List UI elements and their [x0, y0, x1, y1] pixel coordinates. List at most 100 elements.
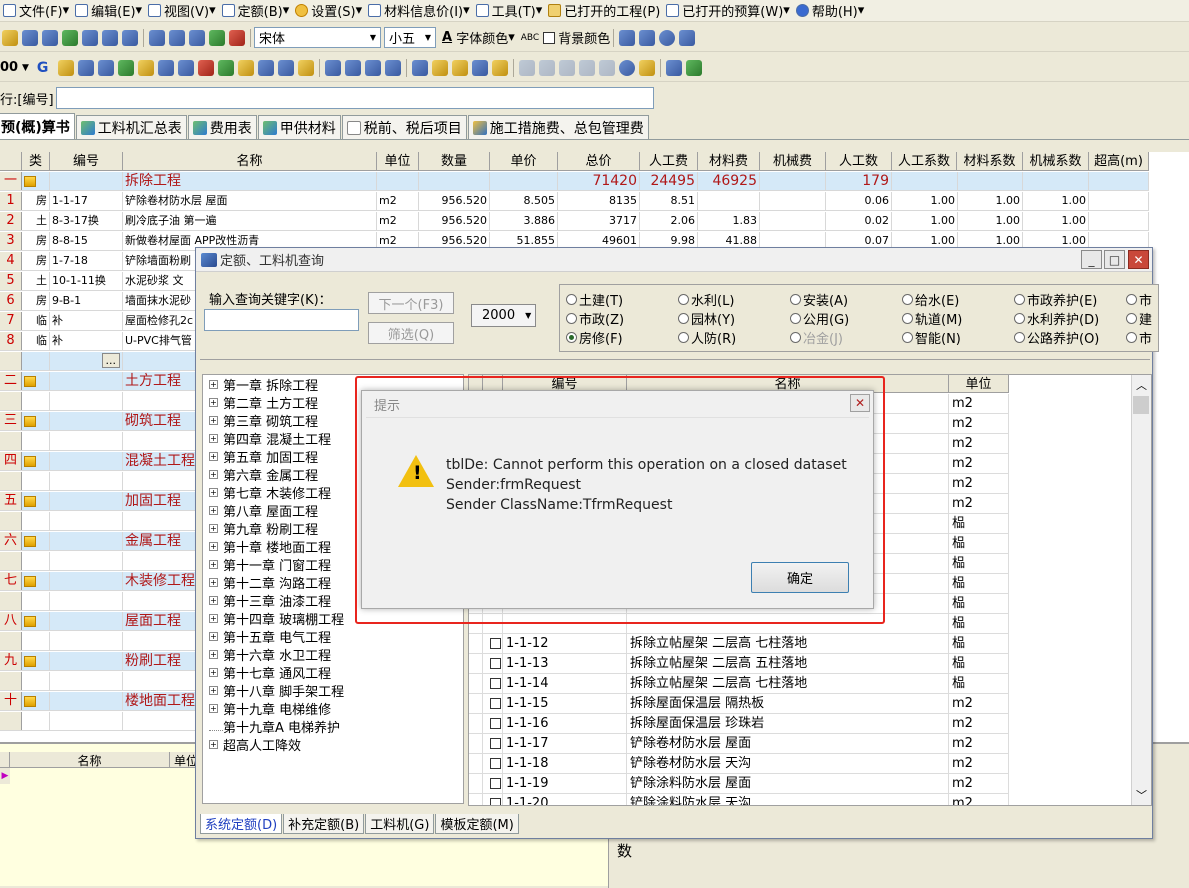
section-row[interactable]: 一 拆除工程 71420 24495 46925 179 [0, 172, 1149, 191]
spellcheck-icon[interactable]: ABC [521, 33, 539, 43]
tree-item[interactable]: + 第十一章 门窗工程 [209, 555, 331, 574]
plant-icon[interactable] [118, 59, 135, 76]
target-icon[interactable] [198, 59, 215, 76]
disabled-icon[interactable] [539, 59, 556, 76]
tree-item[interactable]: + 第十五章 电气工程 [209, 627, 331, 646]
truck-icon[interactable] [258, 59, 275, 76]
house-icon[interactable] [58, 59, 75, 76]
tab-labor-material-summary[interactable]: 工料机汇总表 [75, 115, 187, 139]
radio-option[interactable]: 水利养护(D) [1014, 309, 1099, 328]
tree-item[interactable]: + 第十六章 水卫工程 [209, 645, 331, 664]
save-all-icon[interactable] [42, 29, 58, 46]
add-icon[interactable] [209, 29, 225, 46]
menu-opened-budgets[interactable]: 已打开的预算(W) ▾ [663, 1, 793, 20]
checkbox-icon[interactable] [490, 638, 501, 649]
radio-option[interactable]: 给水(E) [902, 290, 959, 309]
quota-row[interactable]: 1-1-13 拆除立帖屋架 二层高 五柱落地榀 [469, 654, 1009, 674]
tree-item[interactable]: + 第三章 砌筑工程 [209, 411, 318, 430]
disabled-icon[interactable] [579, 59, 596, 76]
scroll-up-icon[interactable]: ︿ [1136, 377, 1147, 393]
tab-owner-material[interactable]: 甲供材料 [257, 115, 341, 139]
tree-item[interactable]: + 第十三章 油漆工程 [209, 591, 331, 610]
quota-row[interactable]: 1-1-15 拆除屋面保温层 隔热板 m2 [469, 694, 1009, 714]
radio-option[interactable]: 市政(Z) [566, 309, 624, 328]
radio-option[interactable]: 建 [1126, 309, 1152, 328]
trophy-icon[interactable] [432, 59, 449, 76]
open-icon[interactable] [2, 29, 18, 46]
bg-color-toggle[interactable]: 背景颜色 [543, 28, 610, 47]
delete-icon[interactable] [229, 29, 245, 46]
frame-icon[interactable] [298, 59, 315, 76]
checkbox-icon[interactable] [490, 778, 501, 789]
worker-icon[interactable] [138, 59, 155, 76]
person-icon[interactable] [78, 59, 95, 76]
quota-row[interactable]: 1-1-18 铲除卷材防水层 天沟 m2 [469, 754, 1009, 774]
tree-item[interactable]: + 第一章 拆除工程 [209, 375, 318, 394]
quota-row[interactable]: 1-1-14 拆除立帖屋架 二层高 七柱落地榀 [469, 674, 1009, 694]
table-icon[interactable] [365, 59, 382, 76]
scrollbar-thumb[interactable] [1133, 396, 1149, 414]
tree-item[interactable]: + 第八章 屋面工程 [209, 501, 318, 520]
radio-option[interactable]: 市 [1126, 290, 1152, 309]
tab-system-quota[interactable]: 系统定额(D) [200, 814, 283, 834]
quota-row[interactable]: 1-1-20 铲除涂料防水层 天沟 m2 [469, 794, 1009, 805]
disabled-icon[interactable] [559, 59, 576, 76]
print-icon[interactable] [102, 29, 118, 46]
hammer-icon[interactable] [278, 59, 295, 76]
menu-material-price[interactable]: 材料信息价(I) ▾ [365, 1, 473, 20]
note-icon[interactable] [452, 59, 469, 76]
checkbox-icon[interactable] [490, 658, 501, 669]
menu-view[interactable]: 视图(V) ▾ [145, 1, 219, 20]
crane-icon[interactable] [158, 59, 175, 76]
doc-icon[interactable] [472, 59, 489, 76]
radio-option[interactable]: 土建(T) [566, 290, 623, 309]
cut-icon[interactable] [169, 29, 185, 46]
radio-option[interactable]: 安装(A) [790, 290, 848, 309]
radio-option[interactable]: 市政养护(E) [1014, 290, 1097, 309]
close-button[interactable]: ✕ [1128, 250, 1149, 269]
zoom-level[interactable]: 00 [0, 60, 22, 75]
menu-settings[interactable]: 设置(S) ▾ [292, 1, 365, 20]
tab-tax-items[interactable]: 税前、税后项目 [341, 115, 467, 139]
menu-file[interactable]: 文件(F) ▾ [0, 1, 72, 20]
tab-budget-book[interactable]: 预(概)算书 [0, 113, 75, 139]
checkbox-icon[interactable] [490, 698, 501, 709]
tree-item[interactable]: + 第七章 木装修工程 [209, 483, 331, 502]
sheet-icon[interactable] [345, 59, 362, 76]
export-icon[interactable] [122, 29, 138, 46]
ok-button[interactable]: 确定 [751, 562, 849, 593]
minimize-button[interactable]: _ [1081, 250, 1102, 269]
disabled-icon[interactable] [519, 59, 536, 76]
next-button[interactable]: 下一个(F3) [368, 292, 454, 314]
menu-edit[interactable]: 编辑(E) ▾ [72, 1, 145, 20]
paste-icon[interactable] [189, 29, 205, 46]
paint-icon[interactable] [98, 59, 115, 76]
link-icon[interactable] [666, 59, 683, 76]
tab-measures-fee[interactable]: 施工措施费、总包管理费 [467, 115, 649, 139]
copy-icon[interactable] [149, 29, 165, 46]
font-size-select[interactable]: 小五 ▼ [384, 27, 436, 48]
tree-item[interactable]: + 第十九章 电梯维修 [209, 699, 331, 718]
tab-supplement-quota[interactable]: 补充定额(B) [283, 814, 365, 834]
radio-option[interactable]: 房修(F) [566, 328, 623, 347]
filter-button[interactable]: 筛选(Q) [368, 322, 454, 344]
font-color-button[interactable]: A 字体颜色 ▾ [442, 28, 515, 47]
refresh-icon[interactable] [619, 59, 636, 76]
g-icon[interactable]: G [37, 60, 49, 76]
quota-row[interactable]: 1-1-12 拆除立帖屋架 二层高 七柱落地榀 [469, 634, 1009, 654]
save-icon[interactable] [22, 29, 38, 46]
chart-icon[interactable] [619, 29, 636, 46]
tree-item[interactable]: 第十九章A 电梯养护 [209, 717, 340, 736]
maximize-button[interactable]: □ [1104, 250, 1125, 269]
insert-icon[interactable] [492, 59, 509, 76]
radio-option[interactable]: 市 [1126, 328, 1152, 347]
bulldozer-icon[interactable] [238, 59, 255, 76]
scroll-down-icon[interactable]: ﹀ [1136, 787, 1147, 803]
radio-option[interactable]: 公用(G) [790, 309, 849, 328]
dialog-close-button[interactable]: ✕ [850, 394, 870, 412]
brush-icon[interactable] [218, 59, 235, 76]
table-row[interactable]: 2 土 8-3-17换 刷冷底子油 第一遍 m2 956.520 3.886 3717 2.06… [0, 212, 1149, 231]
keyword-input[interactable] [204, 309, 359, 331]
radio-option[interactable]: 水利(L) [678, 290, 734, 309]
tree-item[interactable]: + 第十二章 沟路工程 [209, 573, 331, 592]
